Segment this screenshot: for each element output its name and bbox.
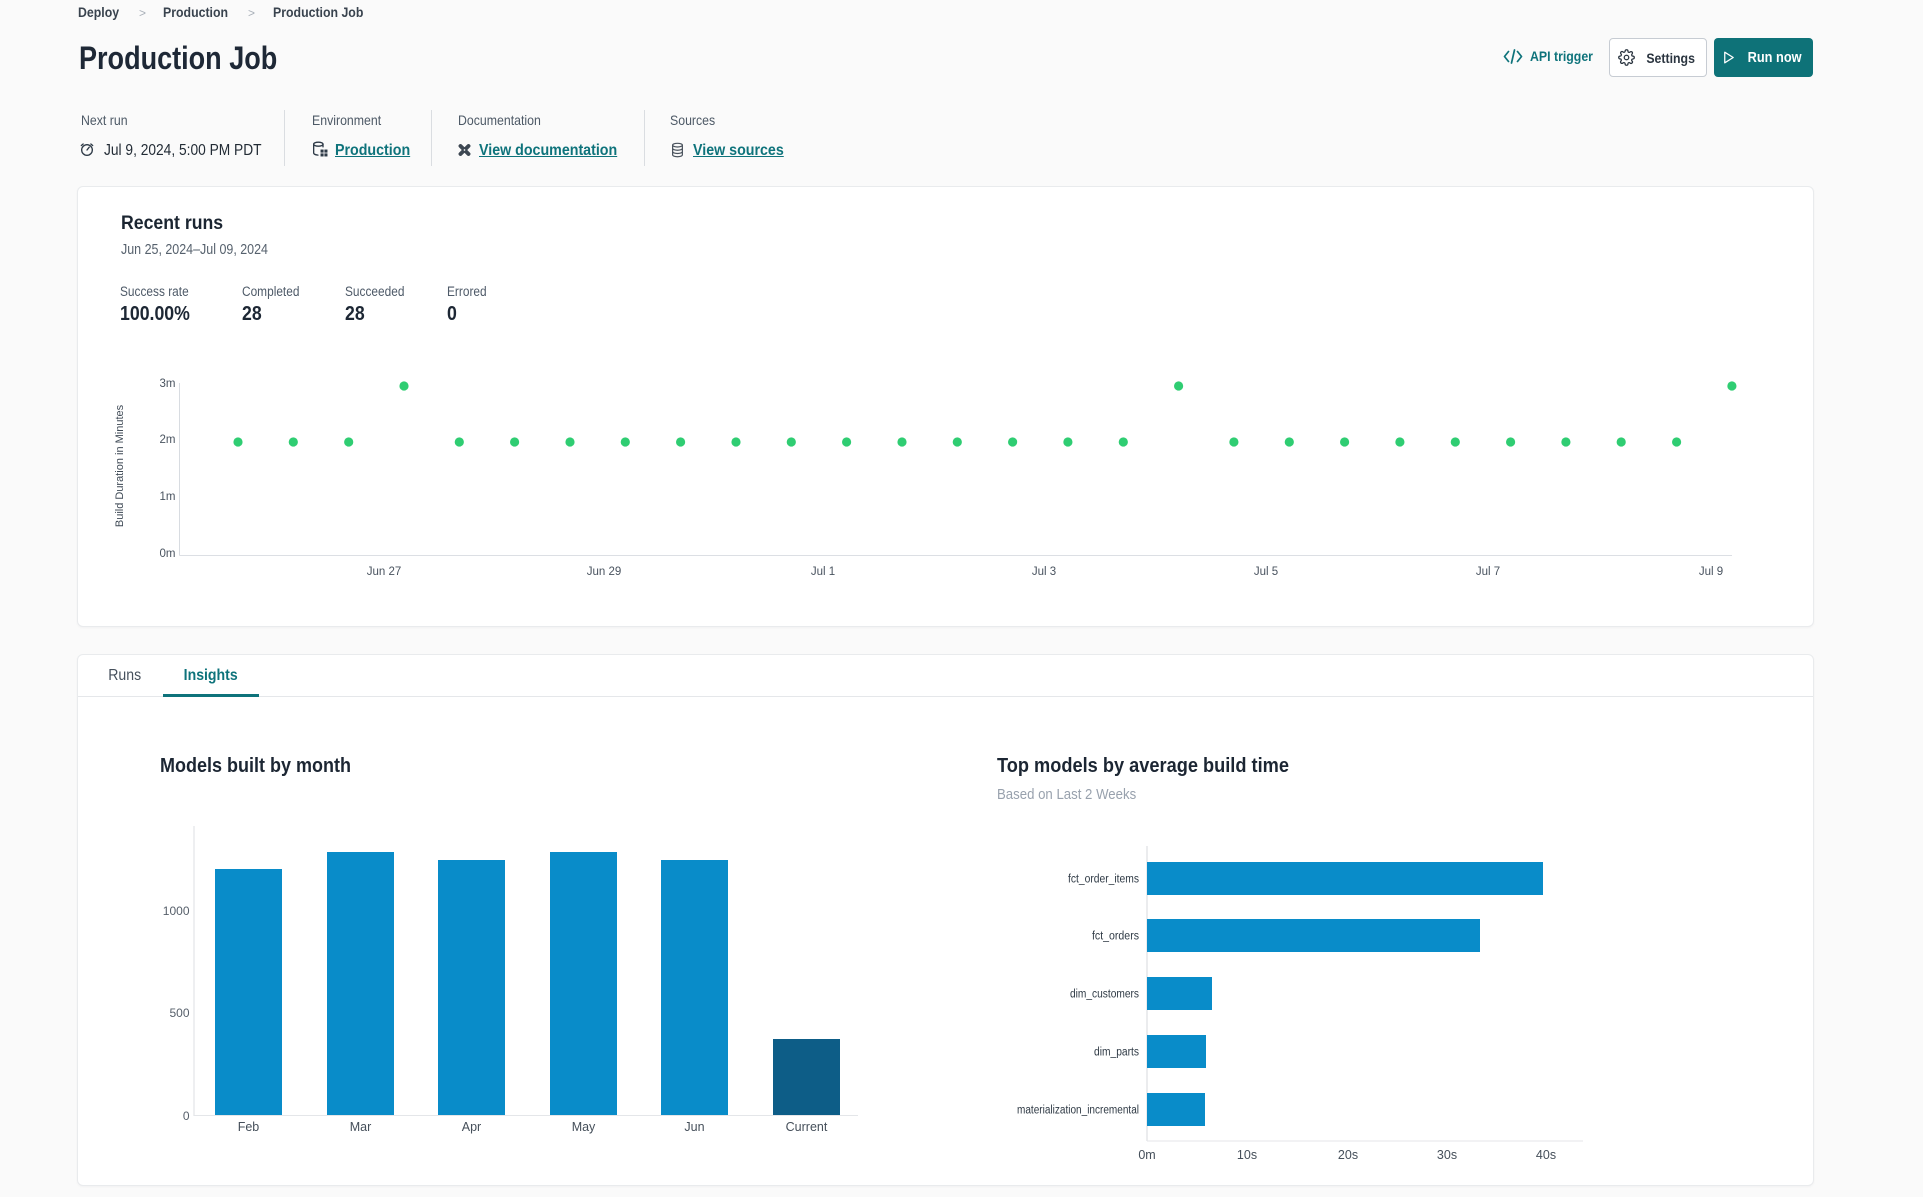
svg-text:Current: Current xyxy=(786,1120,828,1134)
svg-text:Apr: Apr xyxy=(462,1120,481,1134)
svg-text:fct_order_items: fct_order_items xyxy=(1068,874,1139,886)
svg-text:Jul 1: Jul 1 xyxy=(811,566,835,578)
svg-text:Feb: Feb xyxy=(238,1120,260,1134)
svg-text:Jun 29: Jun 29 xyxy=(587,566,622,578)
svg-text:dim_parts: dim_parts xyxy=(1094,1047,1139,1059)
svg-text:Jun: Jun xyxy=(684,1120,704,1134)
svg-text:1m: 1m xyxy=(160,491,176,503)
svg-text:0: 0 xyxy=(183,1109,190,1123)
svg-text:10s: 10s xyxy=(1237,1148,1257,1162)
svg-text:20s: 20s xyxy=(1338,1148,1358,1162)
svg-text:May: May xyxy=(572,1120,596,1134)
svg-text:dim_customers: dim_customers xyxy=(1070,989,1139,1001)
svg-text:Jul 5: Jul 5 xyxy=(1254,566,1278,578)
svg-text:Mar: Mar xyxy=(350,1120,372,1134)
svg-text:Jul 9: Jul 9 xyxy=(1699,566,1723,578)
svg-text:0m: 0m xyxy=(1138,1148,1155,1162)
svg-text:2m: 2m xyxy=(160,434,176,446)
svg-text:Jul 3: Jul 3 xyxy=(1032,566,1056,578)
svg-text:Jul 7: Jul 7 xyxy=(1476,566,1500,578)
svg-text:materialization_incremental: materialization_incremental xyxy=(1017,1105,1139,1117)
svg-text:3m: 3m xyxy=(160,378,176,390)
svg-text:500: 500 xyxy=(169,1006,189,1020)
svg-text:1000: 1000 xyxy=(163,904,190,918)
svg-text:0m: 0m xyxy=(160,548,176,560)
svg-text:40s: 40s xyxy=(1536,1148,1556,1162)
svg-text:Build Duration in Minutes: Build Duration in Minutes xyxy=(114,404,126,527)
svg-text:Jun 27: Jun 27 xyxy=(367,566,402,578)
svg-text:fct_orders: fct_orders xyxy=(1092,931,1139,943)
svg-text:30s: 30s xyxy=(1437,1148,1457,1162)
